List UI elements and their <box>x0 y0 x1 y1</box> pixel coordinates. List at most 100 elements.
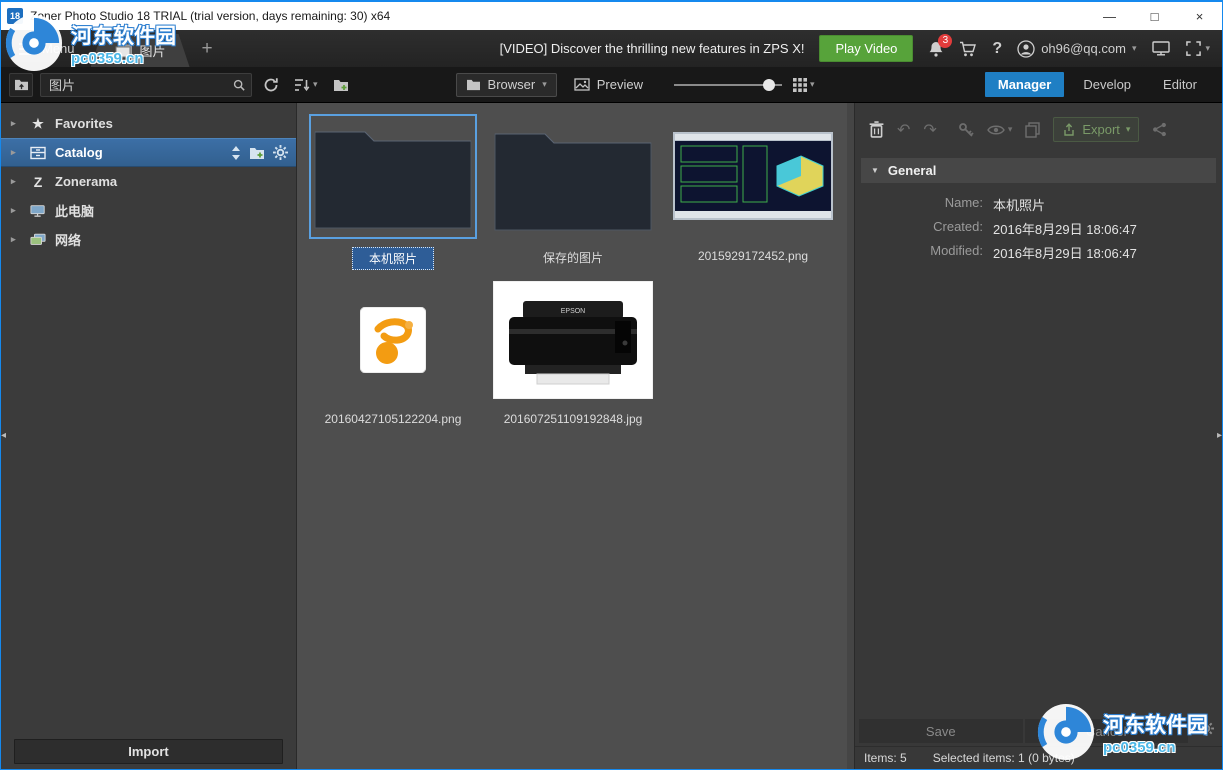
window-title: Zoner Photo Studio 18 TRIAL (trial versi… <box>30 9 390 23</box>
sort-button[interactable]: ▾ <box>290 73 322 97</box>
thumbnail-label[interactable]: 201607251109192848.jpg <box>496 410 651 428</box>
new-tab-button[interactable]: + <box>190 38 225 60</box>
chevron-down-icon: ▾ <box>810 79 815 90</box>
folder-thumbnail[interactable] <box>311 116 475 232</box>
menu-label: Menu <box>42 41 75 56</box>
minimize-button[interactable]: — <box>1087 2 1132 30</box>
sidebar-item-catalog[interactable]: ▸ Catalog <box>1 138 296 167</box>
expand-arrow-icon[interactable]: ▸ <box>11 205 21 216</box>
thumbnail-cell-image-3[interactable]: EPSON 201607251109192848.jpg <box>483 276 663 428</box>
tab-develop[interactable]: Develop <box>1070 72 1144 97</box>
expand-arrow-icon[interactable]: ▸ <box>11 176 21 187</box>
thumbnail-cell-folder-1[interactable]: 本机照片 <box>303 111 483 270</box>
chevron-down-icon: ▾ <box>1126 124 1131 135</box>
redo-button[interactable]: ↷ <box>923 120 936 140</box>
cancel-button[interactable]: Cancel <box>1025 719 1189 743</box>
sidebar-item-label: Zonerama <box>55 174 117 189</box>
export-button[interactable]: Export ▾ <box>1053 117 1139 142</box>
field-label-name: Name: <box>865 195 983 214</box>
export-label: Export <box>1082 122 1120 137</box>
thumbnail-row: 本机照片 保存的图片 <box>303 111 854 270</box>
cart-button[interactable] <box>959 41 977 57</box>
grid-view-button[interactable]: ▾ <box>789 73 819 97</box>
grid-icon <box>793 78 807 92</box>
maximize-button[interactable]: □ <box>1132 2 1177 30</box>
svg-text:EPSON: EPSON <box>561 308 586 315</box>
save-button[interactable]: Save <box>859 719 1023 743</box>
close-button[interactable]: × <box>1177 2 1222 30</box>
catalog-row-tools <box>231 145 288 160</box>
tab-editor[interactable]: Editor <box>1150 72 1210 97</box>
network-icon <box>29 233 47 247</box>
chevron-down-icon: ▾ <box>542 79 547 90</box>
delete-button[interactable] <box>869 121 884 138</box>
thumbnail-cell-image-1[interactable]: 2015929172452.png <box>663 111 843 270</box>
collapse-left-panel-handle[interactable]: ◂ <box>1 430 6 441</box>
thumbnail-label[interactable]: 20160427105122204.png <box>317 410 470 428</box>
image-thumbnail[interactable]: EPSON <box>493 281 653 399</box>
second-display-button[interactable] <box>1151 41 1171 56</box>
share-button[interactable] <box>1152 122 1167 137</box>
sidebar-item-label: Favorites <box>55 116 113 131</box>
import-button[interactable]: Import <box>14 739 283 764</box>
app-icon: 18 <box>7 8 23 24</box>
sidebar-item-zonerama[interactable]: ▸ Z Zonerama <box>1 167 296 196</box>
preview-toggle[interactable]: Preview <box>564 77 653 92</box>
account-menu[interactable]: oh96@qq.com ▾ <box>1017 40 1136 58</box>
expand-arrow-icon[interactable]: ▸ <box>11 234 21 245</box>
chevron-down-icon: ▾ <box>1008 124 1013 135</box>
section-title: General <box>888 163 936 178</box>
image-thumbnail[interactable] <box>360 307 426 373</box>
thumbnail-size-slider[interactable] <box>674 75 782 95</box>
metadata-fields: Name: 本机照片 Created: 2016年8月29日 18:06:47 … <box>855 183 1222 274</box>
folder-thumbnail[interactable] <box>491 118 655 234</box>
thumbnail-label[interactable]: 2015929172452.png <box>690 247 816 265</box>
path-box[interactable] <box>40 73 252 97</box>
expand-arrow-icon[interactable]: ▸ <box>11 118 21 129</box>
image-thumbnail[interactable] <box>673 132 833 220</box>
monitor-icon <box>1151 41 1171 56</box>
visibility-button[interactable]: ▾ <box>987 124 1013 136</box>
sort-updown-icon[interactable] <box>231 146 241 160</box>
content-scrollbar[interactable] <box>847 103 854 769</box>
menu-button[interactable]: Menu <box>1 30 91 67</box>
panel-settings-gear[interactable] <box>1199 721 1214 741</box>
sidebar-item-network[interactable]: ▸ 网络 <box>1 225 296 254</box>
sidebar-item-favorites[interactable]: ▸ ★ Favorites <box>1 109 296 138</box>
collapse-right-panel-handle[interactable]: ▸ <box>1217 430 1222 441</box>
path-input[interactable] <box>41 77 233 92</box>
general-section-header[interactable]: ▼ General <box>861 158 1216 183</box>
sidebar-item-label: Catalog <box>55 145 103 160</box>
catalog-icon <box>29 146 47 160</box>
view-mode-dropdown[interactable]: Browser ▾ <box>456 73 557 97</box>
thumbnail-cell-folder-2[interactable]: 保存的图片 <box>483 111 663 270</box>
sidebar-item-label: 网络 <box>55 230 81 249</box>
computer-icon <box>29 204 47 218</box>
new-folder-button[interactable] <box>329 73 353 97</box>
thumbnail-label[interactable]: 保存的图片 <box>535 247 611 268</box>
thumbnail-label[interactable]: 本机照片 <box>352 247 434 270</box>
folder-up-button[interactable] <box>9 73 33 97</box>
expand-arrow-icon[interactable]: ▸ <box>11 147 21 158</box>
notifications-button[interactable]: 3 <box>928 41 944 57</box>
folder-up-icon <box>14 78 29 91</box>
info-panel: ↶ ↷ ▾ <box>854 103 1222 769</box>
add-folder-icon[interactable] <box>249 146 265 160</box>
gear-icon[interactable] <box>273 145 288 160</box>
refresh-button[interactable] <box>259 73 283 97</box>
field-label-modified: Modified: <box>865 243 983 262</box>
help-button[interactable]: ? <box>992 40 1002 58</box>
thumbnail-cell-image-2[interactable]: 20160427105122204.png <box>303 276 483 428</box>
fullscreen-button[interactable]: ▾ <box>1186 41 1210 56</box>
play-video-button[interactable]: Play Video <box>819 35 913 62</box>
zonerama-icon: Z <box>29 174 47 190</box>
search-icon[interactable] <box>233 78 245 92</box>
tab-pictures[interactable]: 图片 <box>91 34 190 67</box>
keywords-button[interactable] <box>958 122 974 138</box>
fullscreen-icon <box>1186 41 1201 56</box>
slider-thumb[interactable] <box>763 79 775 91</box>
sidebar-item-this-pc[interactable]: ▸ 此电脑 <box>1 196 296 225</box>
copy-button[interactable] <box>1025 122 1040 138</box>
tab-manager[interactable]: Manager <box>985 72 1064 97</box>
undo-button[interactable]: ↶ <box>897 120 910 140</box>
